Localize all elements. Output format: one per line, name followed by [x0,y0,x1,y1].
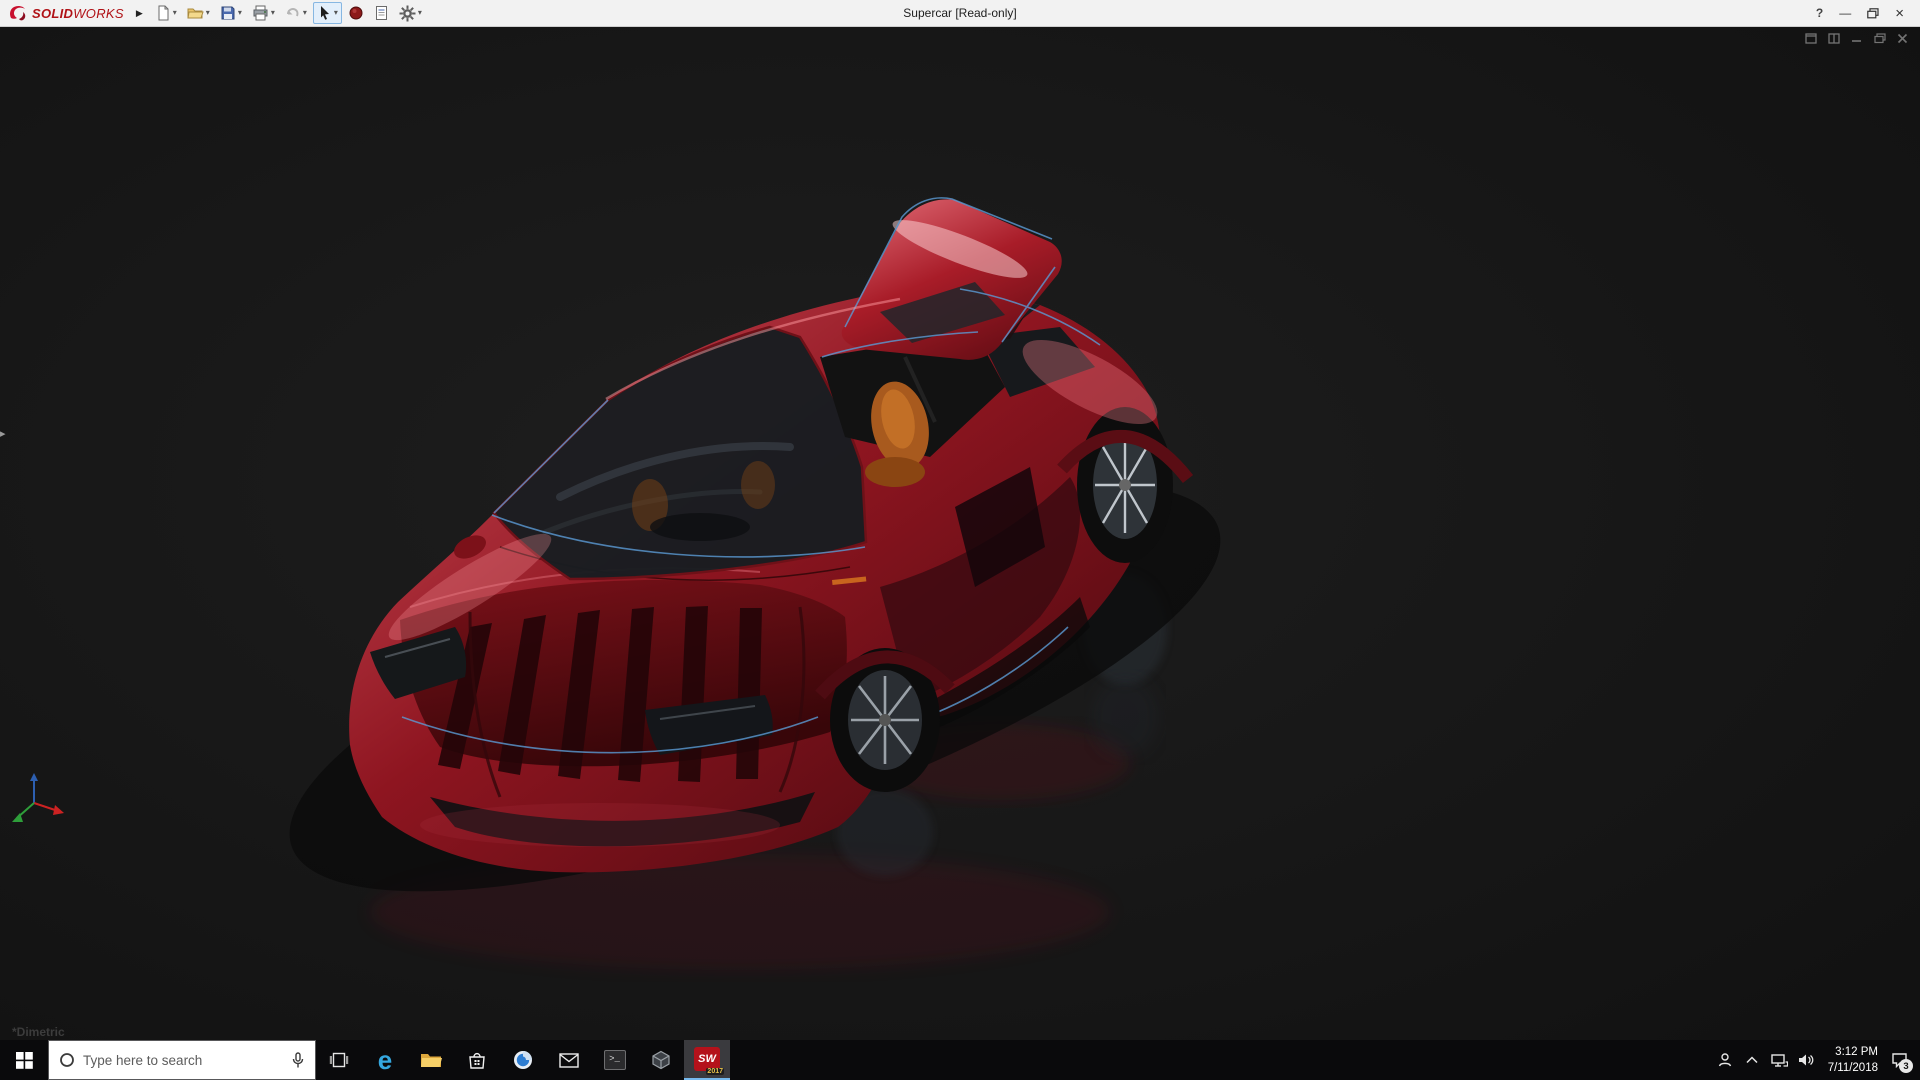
doc-switch-icon-1[interactable] [1805,33,1817,44]
store-button[interactable] [454,1040,500,1080]
circle-browser-button[interactable] [500,1040,546,1080]
rebuild-button[interactable] [344,2,368,24]
file-properties-button[interactable] [370,2,393,24]
cube-app-button[interactable] [638,1040,684,1080]
taskbar: e [0,1040,1920,1080]
close-button[interactable]: × [1895,6,1904,21]
dropdown-caret-icon[interactable]: ▾ [206,9,210,17]
start-button[interactable] [0,1040,48,1080]
doc-minimize-icon[interactable] [1851,33,1863,44]
open-button[interactable]: ▾ [183,2,214,24]
maximize-restore-button[interactable] [1867,8,1879,19]
clock-date: 7/11/2018 [1828,1060,1878,1076]
dropdown-caret-icon[interactable]: ▾ [334,9,338,17]
brand-wordmark: SOLIDWORKS [32,6,124,21]
system-tray: 3:12 PM 7/11/2018 3 [1712,1040,1920,1080]
people-icon [1717,1052,1733,1068]
cube-app-icon [651,1050,671,1070]
windows-logo-icon [16,1052,33,1069]
clock-time: 3:12 PM [1828,1044,1878,1060]
people-button[interactable] [1712,1040,1739,1080]
hidden-icons-button[interactable] [1739,1040,1766,1080]
file-properties-icon [374,5,389,21]
solidworks-app-icon: SW 2017 [694,1047,720,1071]
titlebar: SOLIDWORKS ▶ ▾ ▾ ▾ [0,0,1920,27]
circle-browser-icon [513,1050,533,1070]
save-button[interactable]: ▾ [216,2,246,24]
view-orientation-label: *Dimetric [12,1025,65,1039]
doc-close-icon[interactable] [1897,33,1908,44]
dropdown-caret-icon[interactable]: ▾ [173,9,177,17]
search-input[interactable] [83,1053,283,1068]
undo-icon [285,5,301,21]
mail-button[interactable] [546,1040,592,1080]
speaker-icon [1798,1053,1814,1067]
command-prompt-icon: >_ [604,1050,626,1070]
select-tool-button[interactable]: ▾ [313,2,342,24]
doc-switch-icon-2[interactable] [1828,33,1840,44]
save-floppy-icon [220,5,236,21]
minimize-button[interactable]: — [1839,7,1851,19]
restore-icon [1867,8,1879,19]
solidworks-window: SOLIDWORKS ▶ ▾ ▾ ▾ [0,0,1920,1080]
new-document-icon [155,5,171,21]
volume-button[interactable] [1793,1040,1820,1080]
store-bag-icon [468,1051,486,1069]
file-explorer-icon [420,1051,442,1069]
chevron-up-icon [1746,1056,1758,1064]
network-button[interactable] [1766,1040,1793,1080]
undo-button[interactable]: ▾ [281,2,311,24]
document-title: Supercar [Read-only] [903,6,1016,20]
edge-icon: e [378,1047,392,1073]
solidworks-app-button[interactable]: SW 2017 [684,1040,730,1080]
options-gear-icon [399,5,416,22]
command-prompt-button[interactable]: >_ [592,1040,638,1080]
edge-browser-button[interactable]: e [362,1040,408,1080]
notification-badge: 3 [1899,1059,1913,1073]
network-icon [1771,1053,1788,1068]
document-window-controls [1805,33,1908,44]
panel-expand-arrow-icon[interactable]: ▸ [0,429,6,440]
options-button[interactable]: ▾ [395,2,426,24]
action-center-button[interactable]: 3 [1886,1040,1913,1080]
print-button[interactable]: ▾ [248,2,279,24]
file-explorer-button[interactable] [408,1040,454,1080]
task-view-button[interactable] [316,1040,362,1080]
model-viewport-canvas[interactable] [0,27,1920,1040]
dropdown-caret-icon[interactable]: ▾ [303,9,307,17]
solidworks-logo: SOLIDWORKS [8,4,124,22]
taskbar-search[interactable] [48,1040,316,1080]
cortana-icon [59,1052,75,1068]
task-view-icon [329,1051,349,1069]
taskbar-clock[interactable]: 3:12 PM 7/11/2018 [1820,1044,1886,1076]
rebuild-icon [348,5,364,21]
open-folder-icon [187,5,204,21]
select-cursor-icon [317,5,332,21]
new-document-button[interactable]: ▾ [151,2,181,24]
dropdown-caret-icon[interactable]: ▾ [238,9,242,17]
menu-flyout-arrow-icon[interactable]: ▶ [130,8,149,19]
microphone-icon[interactable] [291,1052,305,1069]
dassault-logo-icon [8,4,28,22]
mail-envelope-icon [559,1053,579,1068]
doc-restore-icon[interactable] [1874,33,1886,44]
print-icon [252,5,269,21]
help-button[interactable]: ? [1816,7,1823,19]
dropdown-caret-icon[interactable]: ▾ [271,9,275,17]
dropdown-caret-icon[interactable]: ▾ [418,9,422,17]
model-viewport[interactable]: ▸ *Dimetric [0,27,1920,1040]
